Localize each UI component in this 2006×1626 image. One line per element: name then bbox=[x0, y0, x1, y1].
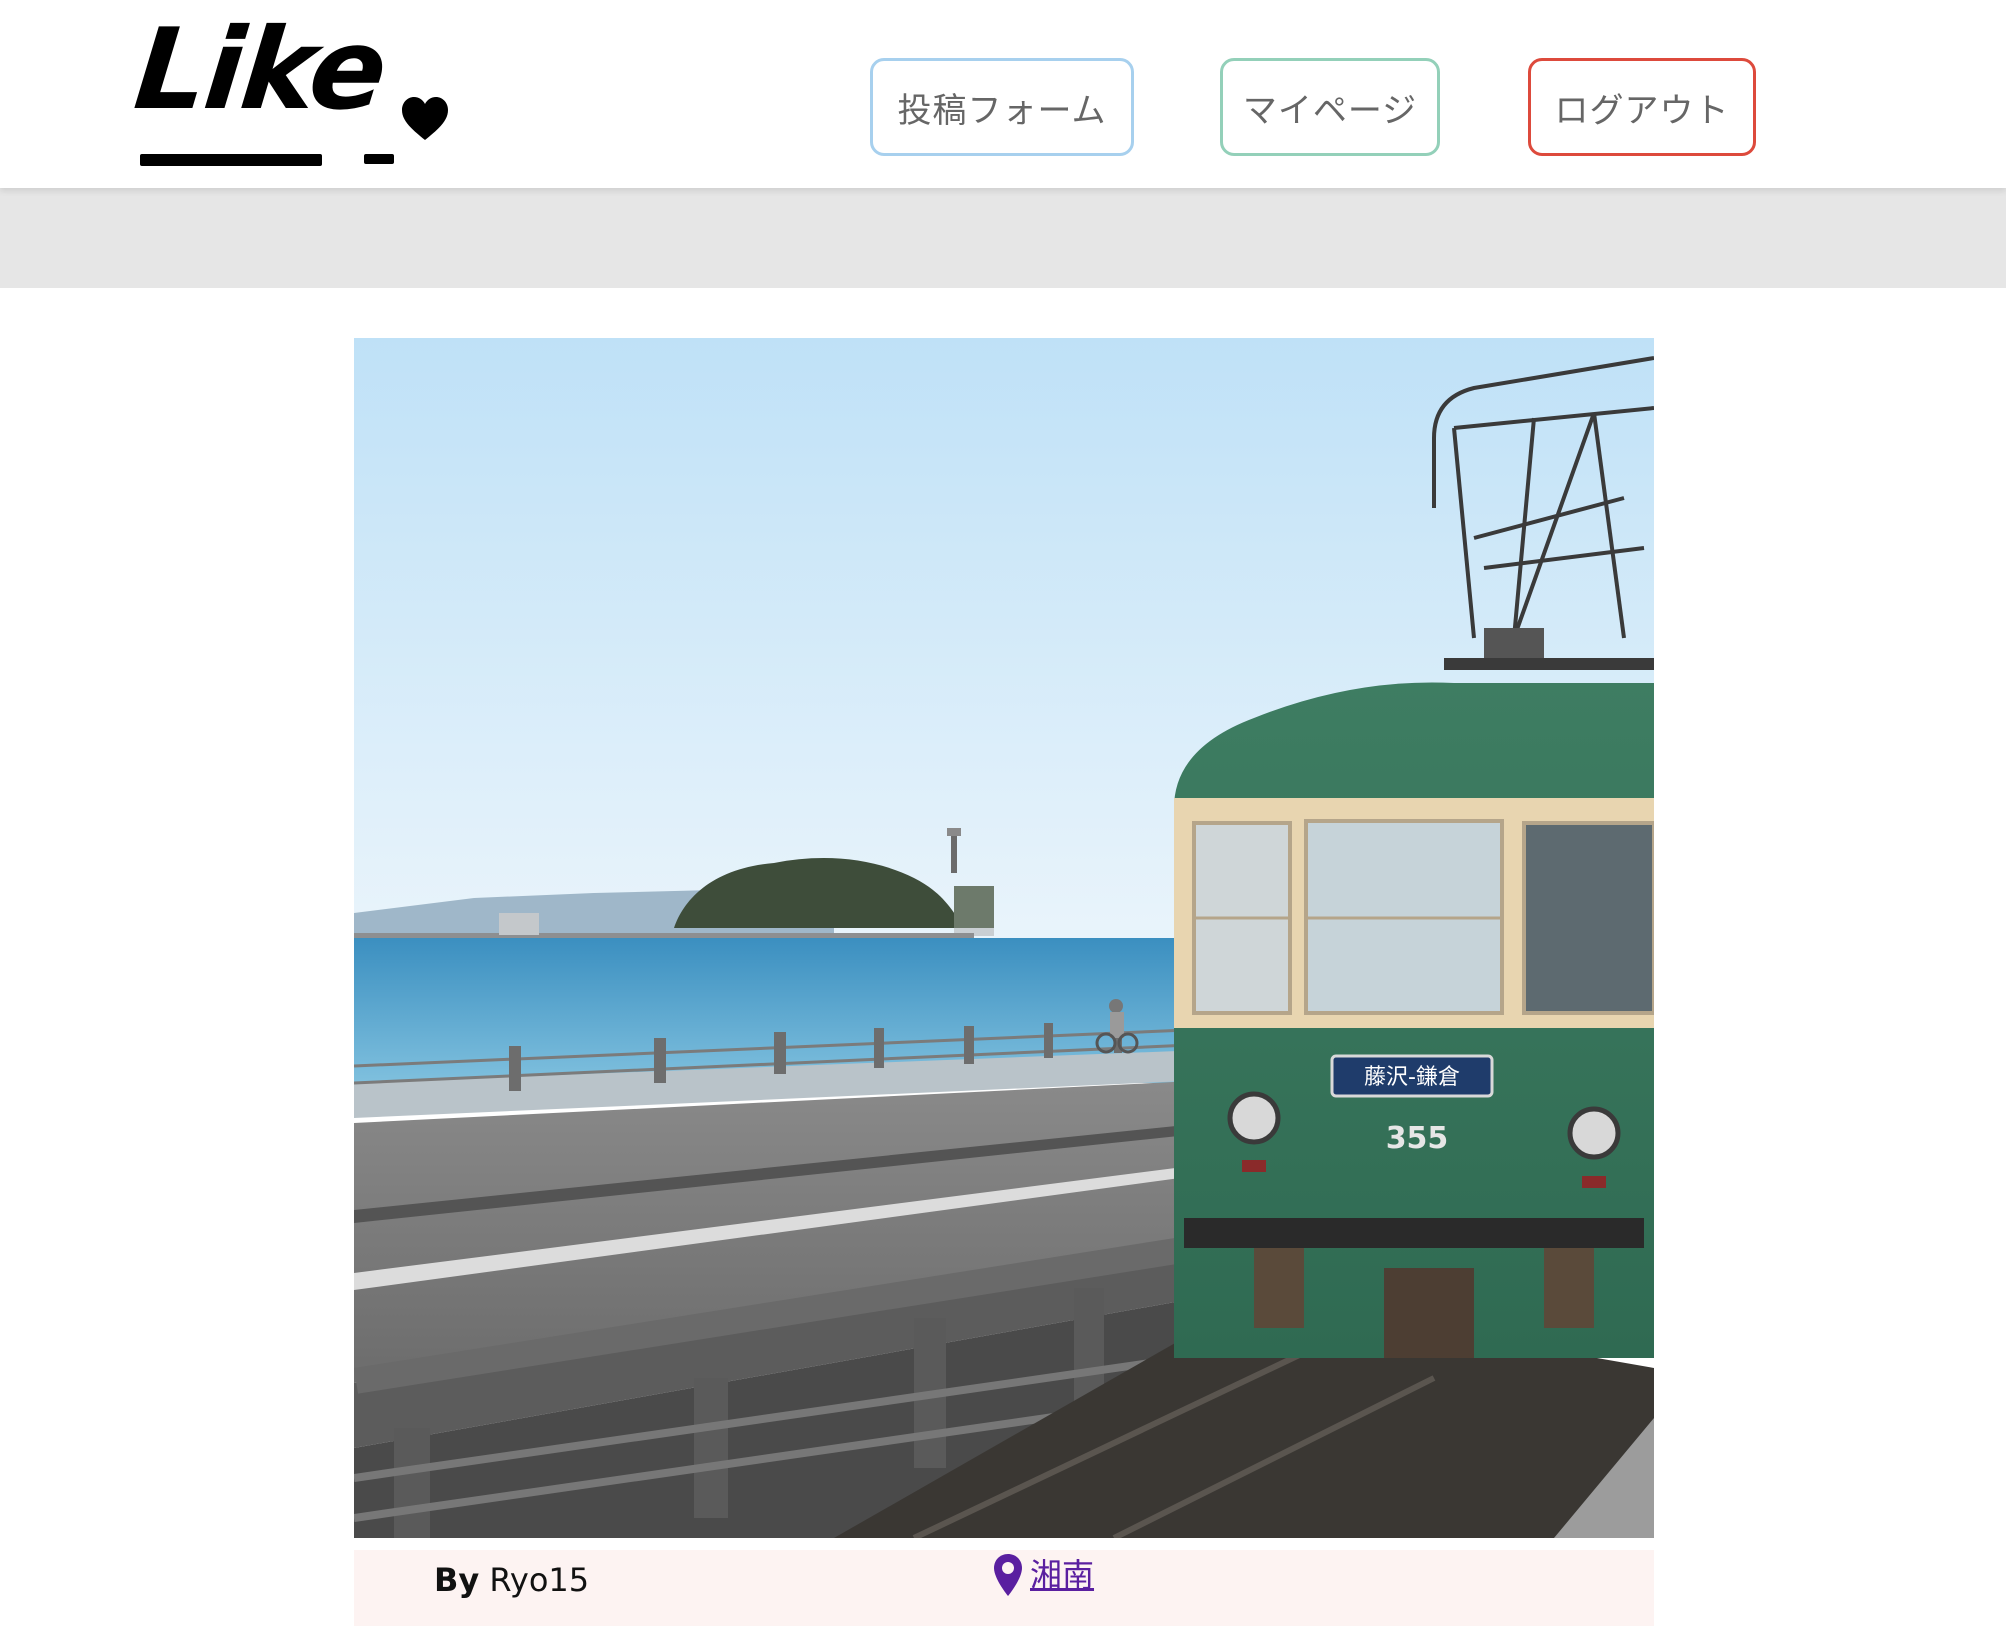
post-location-link[interactable]: 湘南 bbox=[992, 1550, 1094, 1600]
post-author: By Ryo15 bbox=[434, 1558, 589, 1602]
post-meta: By Ryo15 湘南 bbox=[354, 1550, 1654, 1626]
map-pin-icon bbox=[994, 1554, 1022, 1596]
by-label: By bbox=[434, 1561, 480, 1599]
train-destination-sign: 藤沢-鎌倉 bbox=[1364, 1065, 1460, 1090]
train-number: 355 bbox=[1386, 1121, 1449, 1156]
logo-text: Like bbox=[129, 5, 392, 135]
header-spacer-band bbox=[0, 188, 2006, 288]
site-logo[interactable]: Like bbox=[129, 5, 448, 174]
site-header: Like 投稿フォーム マイページ ログアウト bbox=[0, 0, 2006, 188]
logout-button[interactable]: ログアウト bbox=[1528, 58, 1756, 156]
post-form-button[interactable]: 投稿フォーム bbox=[870, 58, 1134, 156]
logo-underline bbox=[140, 154, 322, 166]
post-image[interactable]: 藤沢-鎌倉 355 bbox=[354, 338, 1654, 1538]
logo-dash bbox=[364, 154, 394, 164]
heart-icon bbox=[402, 97, 448, 140]
location-text[interactable]: 湘南 bbox=[1030, 1553, 1094, 1597]
author-name[interactable]: Ryo15 bbox=[489, 1561, 589, 1599]
my-page-button[interactable]: マイページ bbox=[1220, 58, 1440, 156]
